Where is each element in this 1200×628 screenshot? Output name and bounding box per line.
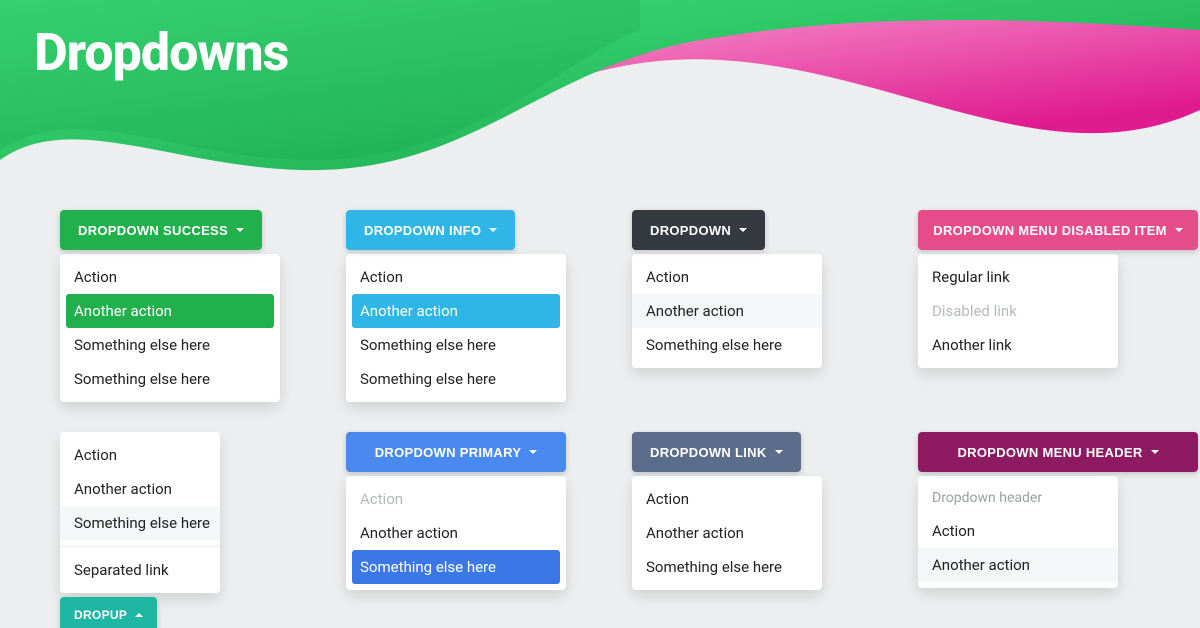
caret-down-icon [739,228,747,232]
dropdown-header: DROPDOWN MENU HEADER Dropdown header Act… [918,432,1198,588]
menu-item[interactable]: Another action [632,516,822,550]
dropdown-info-label: DROPDOWN INFO [364,223,481,238]
dropdown-disabled-button[interactable]: DROPDOWN MENU DISABLED ITEM [918,210,1198,250]
dropdown-header-button[interactable]: DROPDOWN MENU HEADER [918,432,1198,472]
dropdown-disabled-menu: Regular link Disabled link Another link [918,254,1118,368]
menu-item-hover[interactable]: Another action [918,548,1118,582]
menu-divider [60,546,220,547]
menu-item[interactable]: Action [632,260,822,294]
dropdown-info-menu: Action Another action Something else her… [346,254,566,402]
caret-down-icon [1151,450,1159,454]
dropdown-dark: DROPDOWN Action Another action Something… [632,210,852,368]
dropdown-link-label: DROPDOWN LINK [650,445,767,460]
menu-item[interactable]: Action [346,260,566,294]
caret-down-icon [489,228,497,232]
menu-item[interactable]: Something else here [60,362,280,396]
menu-item[interactable]: Something else here [60,328,280,362]
dropdown-disabled: DROPDOWN MENU DISABLED ITEM Regular link… [918,210,1198,368]
menu-item-disabled: Disabled link [918,294,1118,328]
caret-down-icon [529,450,537,454]
dropdown-info: DROPDOWN INFO Action Another action Some… [346,210,566,402]
dropdown-dark-button[interactable]: DROPDOWN [632,210,765,250]
menu-item[interactable]: Another action [346,516,566,550]
menu-item[interactable]: Something else here [632,550,822,584]
menu-item-hover[interactable]: Another action [632,294,822,328]
dropdown-success-button[interactable]: DROPDOWN SUCCESS [60,210,262,250]
menu-item[interactable]: Action [60,260,280,294]
dropdown-disabled-label: DROPDOWN MENU DISABLED ITEM [933,223,1166,238]
caret-down-icon [236,228,244,232]
dropdown-success: DROPDOWN SUCCESS Action Another action S… [60,210,280,402]
menu-item[interactable]: Action [632,482,822,516]
caret-down-icon [775,450,783,454]
menu-item[interactable]: Action [918,514,1118,548]
caret-down-icon [1175,228,1183,232]
dropdown-primary: DROPDOWN PRIMARY Action Another action S… [346,432,566,590]
dropdown-primary-menu: Action Another action Something else her… [346,476,566,590]
dropup-label: DROPUP [74,608,127,622]
menu-item[interactable]: Regular link [918,260,1118,294]
dropdown-success-label: DROPDOWN SUCCESS [78,223,228,238]
dropdown-success-menu: Action Another action Something else her… [60,254,280,402]
menu-item-active[interactable]: Another action [352,294,560,328]
page-title: Dropdowns [34,22,288,83]
dropdown-link-menu: Action Another action Something else her… [632,476,822,590]
menu-item[interactable]: Something else here [632,328,822,362]
dropdown-link: DROPDOWN LINK Action Another action Some… [632,432,852,590]
dropdown-primary-label: DROPDOWN PRIMARY [375,445,522,460]
menu-item-disabled: Action [346,482,566,516]
dropdown-primary-button[interactable]: DROPDOWN PRIMARY [346,432,566,472]
caret-up-icon [135,613,143,617]
dropup-menu: Action Another action Something else her… [60,432,220,593]
dropup: Action Another action Something else her… [60,432,280,628]
menu-item[interactable]: Another link [918,328,1118,362]
menu-header: Dropdown header [918,482,1118,514]
dropdown-dark-label: DROPDOWN [650,223,731,238]
menu-item-active[interactable]: Something else here [352,550,560,584]
dropup-button[interactable]: DROPUP [60,597,157,628]
menu-item[interactable]: Action [60,438,220,472]
dropdown-link-button[interactable]: DROPDOWN LINK [632,432,801,472]
menu-item-active[interactable]: Another action [66,294,274,328]
menu-item[interactable]: Another action [60,472,220,506]
menu-item-hover[interactable]: Something else here [60,506,220,540]
dropdown-dark-menu: Action Another action Something else her… [632,254,822,368]
dropdown-header-menu: Dropdown header Action Another action [918,476,1118,588]
menu-item[interactable]: Something else here [346,362,566,396]
dropdown-info-button[interactable]: DROPDOWN INFO [346,210,515,250]
menu-item[interactable]: Something else here [346,328,566,362]
dropdown-header-label: DROPDOWN MENU HEADER [957,445,1142,460]
menu-item[interactable]: Separated link [60,553,220,587]
